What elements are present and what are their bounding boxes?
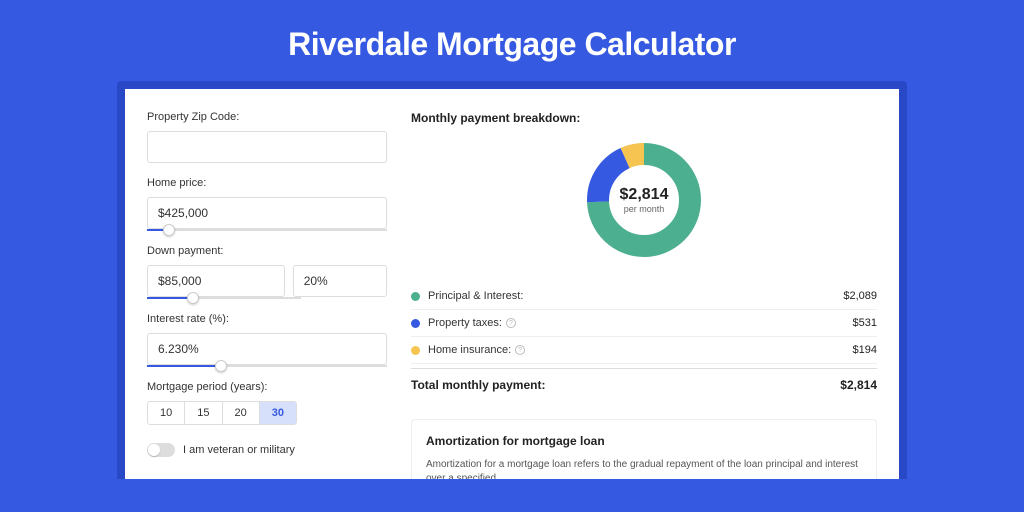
dot-icon — [411, 319, 420, 328]
results-column: Monthly payment breakdown: $2,814 per mo… — [411, 111, 877, 479]
amortization-card: Amortization for mortgage loan Amortizat… — [411, 419, 877, 479]
home-price-input[interactable] — [147, 197, 387, 229]
veteran-toggle[interactable] — [147, 443, 175, 457]
interest-input[interactable] — [147, 333, 387, 365]
interest-slider-thumb[interactable] — [215, 360, 227, 372]
down-payment-group: Down payment: — [147, 245, 387, 299]
breakdown-row-principal: Principal & Interest: $2,089 — [411, 283, 877, 310]
down-payment-pct-input[interactable] — [293, 265, 387, 297]
breakdown-label: Property taxes: ? — [428, 317, 853, 329]
calculator-frame: Property Zip Code: Home price: Down paym… — [117, 81, 907, 479]
total-row: Total monthly payment: $2,814 — [411, 368, 877, 401]
breakdown-row-insurance: Home insurance: ? $194 — [411, 337, 877, 364]
period-tabs: 10 15 20 30 — [147, 401, 297, 425]
zip-label: Property Zip Code: — [147, 111, 387, 123]
breakdown-label: Principal & Interest: — [428, 290, 843, 302]
down-payment-slider[interactable] — [147, 297, 301, 299]
total-label: Total monthly payment: — [411, 378, 840, 392]
donut-sub: per month — [620, 204, 669, 214]
period-tab-15[interactable]: 15 — [185, 402, 222, 424]
period-tab-20[interactable]: 20 — [223, 402, 260, 424]
home-price-group: Home price: — [147, 177, 387, 231]
breakdown-heading: Monthly payment breakdown: — [411, 111, 877, 125]
period-tab-10[interactable]: 10 — [148, 402, 185, 424]
period-label: Mortgage period (years): — [147, 381, 387, 393]
total-value: $2,814 — [840, 378, 877, 392]
breakdown-value: $531 — [853, 317, 877, 329]
payment-donut-chart: $2,814 per month — [585, 141, 703, 259]
info-icon[interactable]: ? — [515, 345, 525, 355]
page-title: Riverdale Mortgage Calculator — [0, 0, 1024, 81]
down-payment-slider-thumb[interactable] — [187, 292, 199, 304]
breakdown-value: $2,089 — [843, 290, 877, 302]
calculator-panel: Property Zip Code: Home price: Down paym… — [125, 89, 899, 479]
donut-center: $2,814 per month — [620, 186, 669, 214]
donut-wrap: $2,814 per month — [411, 141, 877, 259]
veteran-label: I am veteran or military — [183, 444, 295, 456]
donut-amount: $2,814 — [620, 186, 669, 204]
breakdown-label: Home insurance: ? — [428, 344, 853, 356]
dot-icon — [411, 346, 420, 355]
home-price-slider-thumb[interactable] — [163, 224, 175, 236]
zip-field-group: Property Zip Code: — [147, 111, 387, 163]
inputs-column: Property Zip Code: Home price: Down paym… — [147, 111, 387, 479]
zip-input[interactable] — [147, 131, 387, 163]
home-price-label: Home price: — [147, 177, 387, 189]
breakdown-value: $194 — [853, 344, 877, 356]
home-price-slider[interactable] — [147, 229, 387, 231]
veteran-toggle-knob — [148, 444, 160, 456]
veteran-row: I am veteran or military — [147, 443, 387, 457]
down-payment-amount-input[interactable] — [147, 265, 285, 297]
breakdown-row-taxes: Property taxes: ? $531 — [411, 310, 877, 337]
period-tab-30[interactable]: 30 — [260, 402, 296, 424]
down-payment-label: Down payment: — [147, 245, 387, 257]
interest-group: Interest rate (%): — [147, 313, 387, 367]
amortization-text: Amortization for a mortgage loan refers … — [426, 458, 862, 479]
info-icon[interactable]: ? — [506, 318, 516, 328]
dot-icon — [411, 292, 420, 301]
interest-slider[interactable] — [147, 365, 387, 367]
period-group: Mortgage period (years): 10 15 20 30 — [147, 381, 387, 425]
interest-label: Interest rate (%): — [147, 313, 387, 325]
amortization-heading: Amortization for mortgage loan — [426, 434, 862, 448]
